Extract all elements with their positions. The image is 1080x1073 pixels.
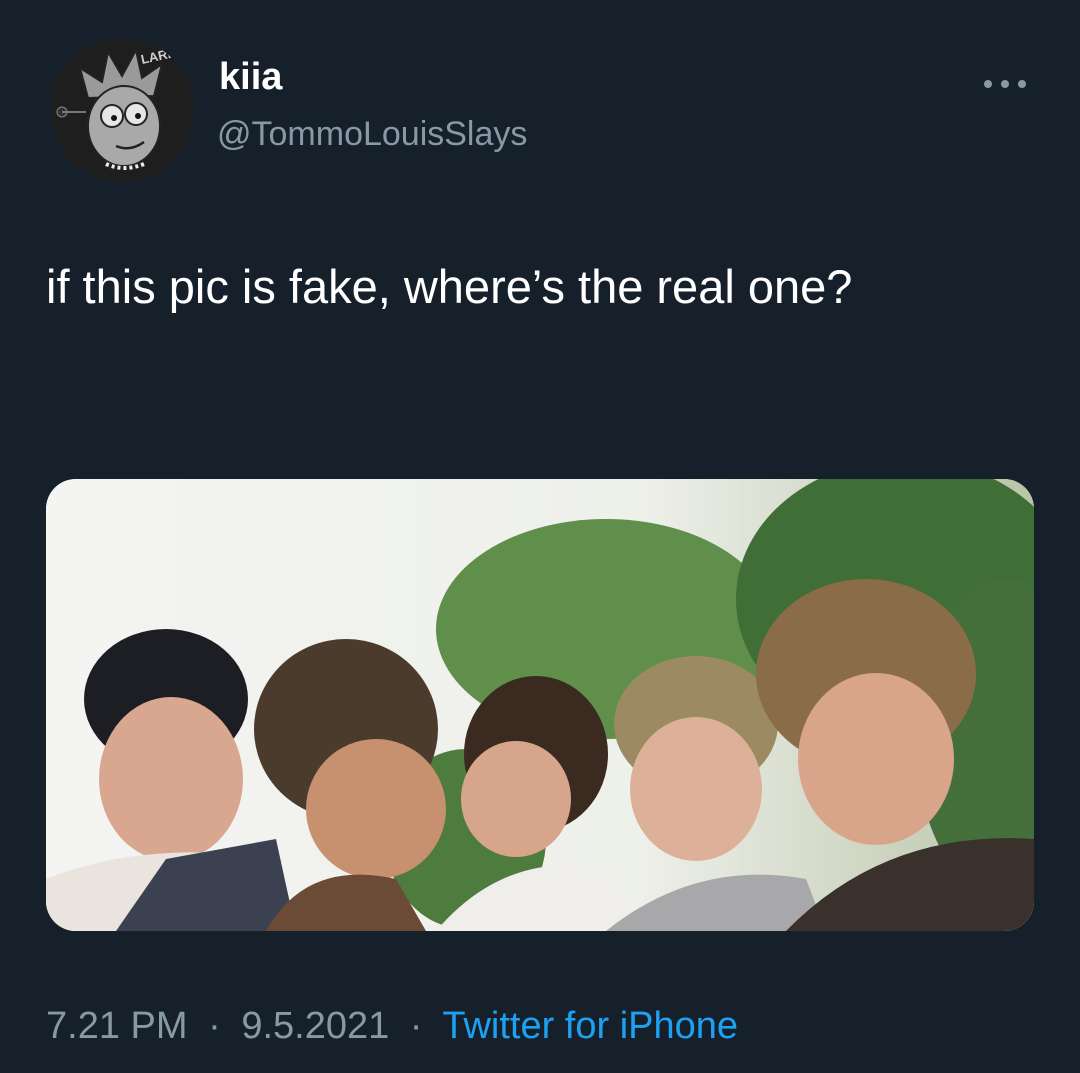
tweet-source-link[interactable]: Twitter for iPhone [442,1005,738,1047]
avatar-cartoon-image: LARRY [50,38,194,182]
more-options-icon[interactable] [980,72,1030,96]
tweet-meta: 7.21 PM · 9.5.2021 · Twitter for iPhone [46,1003,738,1049]
tweet-time: 7.21 PM [46,1005,188,1047]
tweet-text: if this pic is fake, where’s the real on… [46,260,853,313]
tweet-date: 9.5.2021 [241,1005,390,1047]
group-photo-image [46,479,1034,931]
user-avatar[interactable]: LARRY [50,38,194,182]
meta-separator: · [409,1005,423,1047]
user-handle[interactable]: @TommoLouisSlays [217,117,527,151]
display-name[interactable]: kiia [219,58,282,96]
meta-separator: · [208,1005,221,1047]
tweet-card: LARRY kiia @TommoLouisSlays if this pic … [0,0,1080,1073]
more-horizontal-icon [984,80,1026,88]
tweet-photo[interactable] [46,479,1034,931]
